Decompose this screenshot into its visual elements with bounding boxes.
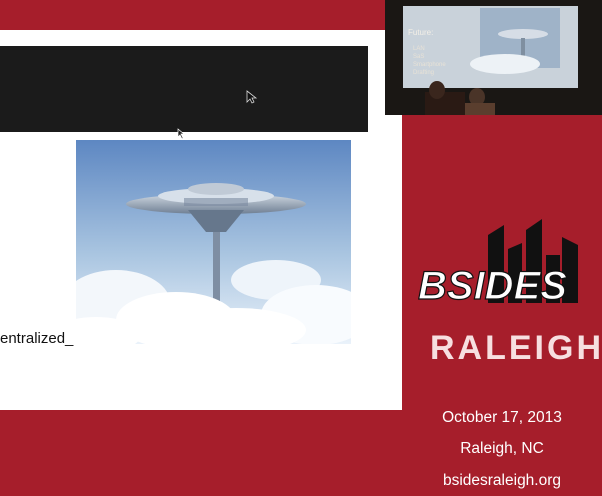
logo-subword: RALEIGH: [430, 329, 602, 365]
event-date: October 17, 2013: [442, 409, 562, 426]
event-url[interactable]: bsidesraleigh.org: [402, 472, 602, 490]
mouse-cursor-icon: [246, 90, 258, 104]
dark-window-bar: [0, 46, 368, 132]
logo-word: BSIDES: [418, 264, 567, 308]
cloud-city-illustration: [76, 140, 351, 344]
pointer-cursor-icon: [177, 128, 185, 140]
event-location: Raleigh, NC: [460, 440, 544, 457]
speaker-video-inset: Future: LAN SaS Smartphone Drafting: [385, 0, 602, 115]
slide-partial-text: entralized_: [0, 330, 74, 347]
bsides-raleigh-logo: BSIDES RALEIGH: [418, 219, 602, 365]
video-scene: [425, 8, 560, 115]
bottom-band: [0, 410, 402, 496]
cloud-city-image: [76, 140, 351, 344]
